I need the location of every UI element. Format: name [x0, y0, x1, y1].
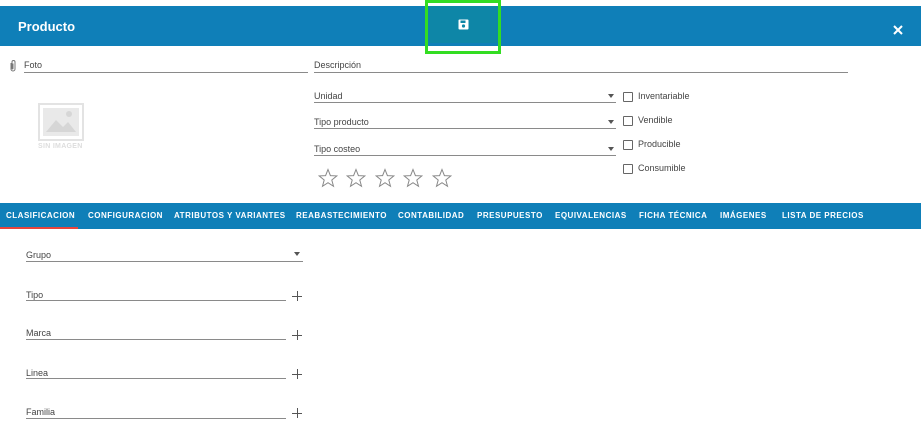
tab-bar: CLASIFICACION CONFIGURACION ATRIBUTOS Y … — [0, 203, 921, 229]
linea-label: Linea — [26, 368, 49, 378]
checkbox-label: Consumible — [638, 163, 686, 173]
descripcion-input[interactable] — [314, 72, 848, 73]
familia-label: Familia — [26, 407, 56, 417]
descripcion-label: Descripción — [314, 60, 362, 70]
image-placeholder-text: SIN IMAGEN — [38, 143, 83, 150]
tipo-costeo-label: Tipo costeo — [314, 144, 361, 154]
add-marca-plus-icon[interactable] — [292, 330, 302, 340]
checkbox-label: Producible — [638, 139, 681, 149]
checkbox-label: Vendible — [638, 115, 673, 125]
checkbox-box[interactable] — [623, 164, 633, 174]
star-icon[interactable] — [432, 168, 452, 188]
tab-equivalencias[interactable]: EQUIVALENCIAS — [555, 211, 627, 220]
tab-reabastecimiento[interactable]: REABASTECIMIENTO — [296, 211, 387, 220]
tab-imagenes[interactable]: IMÁGENES — [720, 211, 767, 220]
tab-configuracion[interactable]: CONFIGURACION — [88, 211, 163, 220]
image-placeholder-icon — [38, 103, 84, 141]
unidad-select[interactable] — [314, 102, 616, 103]
star-icon[interactable] — [318, 168, 338, 188]
checkbox-box[interactable] — [623, 92, 633, 102]
tipo-producto-chevron-down-icon[interactable] — [608, 120, 614, 124]
paperclip-icon[interactable] — [9, 59, 17, 73]
grupo-chevron-down-icon[interactable] — [294, 252, 300, 256]
add-familia-plus-icon[interactable] — [292, 408, 302, 418]
save-button[interactable] — [425, 0, 501, 54]
add-tipo-plus-icon[interactable] — [292, 291, 302, 301]
grupo-label: Grupo — [26, 250, 52, 260]
checkbox-box[interactable] — [623, 116, 633, 126]
photo-label: Foto — [24, 60, 43, 70]
tipo-producto-select[interactable] — [314, 128, 616, 129]
linea-select[interactable] — [26, 378, 286, 379]
close-button[interactable] — [891, 23, 905, 37]
marca-select[interactable] — [26, 339, 286, 340]
close-icon — [893, 25, 903, 35]
tab-atributos-y-variantes[interactable]: ATRIBUTOS Y VARIANTES — [174, 211, 286, 220]
save-icon — [458, 19, 469, 30]
checkbox-label: Inventariable — [638, 91, 690, 101]
photo-field-underline[interactable] — [24, 72, 308, 73]
tab-presupuesto[interactable]: PRESUPUESTO — [477, 211, 543, 220]
star-icon[interactable] — [346, 168, 366, 188]
star-icon[interactable] — [403, 168, 423, 188]
add-linea-plus-icon[interactable] — [292, 369, 302, 379]
tipo-costeo-select[interactable] — [314, 155, 616, 156]
grupo-select[interactable] — [26, 261, 303, 262]
familia-select[interactable] — [26, 418, 286, 419]
tipo-select[interactable] — [26, 300, 286, 301]
tab-lista-de-precios[interactable]: LISTA DE PRECIOS — [782, 211, 864, 220]
unidad-label: Unidad — [314, 91, 343, 101]
star-icon[interactable] — [375, 168, 395, 188]
dialog-title: Producto — [18, 19, 76, 34]
checkbox-box[interactable] — [623, 140, 633, 150]
active-tab-indicator — [0, 227, 78, 229]
unidad-chevron-down-icon[interactable] — [608, 94, 614, 98]
tipo-label: Tipo — [26, 290, 44, 300]
tab-ficha-tecnica[interactable]: FICHA TÉCNICA — [639, 211, 707, 220]
tab-clasificacion[interactable]: CLASIFICACION — [6, 211, 75, 220]
tipo-costeo-chevron-down-icon[interactable] — [608, 147, 614, 151]
tab-contabilidad[interactable]: CONTABILIDAD — [398, 211, 464, 220]
marca-label: Marca — [26, 328, 52, 338]
tipo-producto-label: Tipo producto — [314, 117, 369, 127]
